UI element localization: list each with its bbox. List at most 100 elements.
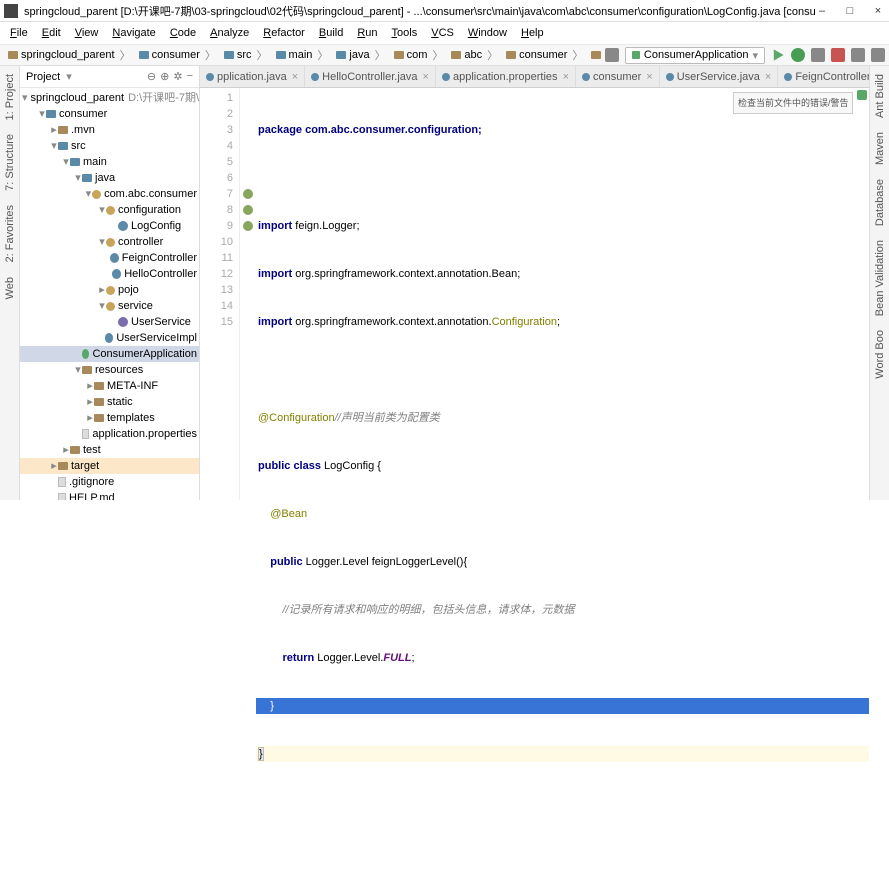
tool-tab----structure[interactable]: 7: Structure [3,130,17,195]
stop-button[interactable] [831,48,845,62]
close-tab-icon[interactable]: × [563,71,569,83]
run-config-selector[interactable]: ConsumerApplication ▾ [625,47,765,64]
tree-item--mvn[interactable]: ▸.mvn [20,122,199,138]
tree-item-consumerapplication[interactable]: ConsumerApplication [20,346,199,362]
menu-run[interactable]: Run [351,25,383,41]
line-number[interactable]: 11 [200,250,239,266]
tree-item-com-abc-consumer[interactable]: ▾com.abc.consumer [20,186,199,202]
breadcrumb-configuration[interactable]: configuration〉 [587,46,603,64]
tree-item-static[interactable]: ▸static [20,394,199,410]
tree-item-resources[interactable]: ▾resources [20,362,199,378]
editor-tab-hellocontroller-java[interactable]: HelloController.java× [305,66,436,87]
tree-item-java[interactable]: ▾java [20,170,199,186]
coverage-button[interactable] [811,48,825,62]
bean-gutter-icon[interactable] [243,221,253,231]
tree-item-springcloud-parent[interactable]: ▾springcloud_parentD:\开课吧-7期\03-spring [20,90,199,106]
tool-tab----favorites[interactable]: 2: Favorites [3,201,17,266]
menu-view[interactable]: View [69,25,105,41]
tool-tab-word-boo[interactable]: Word Boo [873,326,887,383]
line-number[interactable]: 1 [200,90,239,106]
close-tab-icon[interactable]: × [765,71,771,83]
update-icon[interactable] [851,48,865,62]
editor-tab-pplication-java[interactable]: pplication.java× [200,66,305,87]
tree-item-logconfig[interactable]: LogConfig [20,218,199,234]
breadcrumb-com[interactable]: com〉 [390,46,448,64]
menu-code[interactable]: Code [164,25,202,41]
line-number[interactable]: 14 [200,298,239,314]
tree-item-configuration[interactable]: ▾configuration [20,202,199,218]
tool-tab-web[interactable]: Web [3,273,17,303]
bean-gutter-icon[interactable] [243,189,253,199]
tree-item-consumer[interactable]: ▾consumer [20,106,199,122]
target-icon[interactable]: ⊕ [160,70,169,83]
line-number[interactable]: 10 [200,234,239,250]
editor-tab-userservice-java[interactable]: UserService.java× [660,66,779,87]
tool-tab-maven[interactable]: Maven [873,128,887,169]
breadcrumb-main[interactable]: main〉 [272,46,333,64]
menu-build[interactable]: Build [313,25,349,41]
line-number[interactable]: 5 [200,154,239,170]
collapse-all-icon[interactable]: ⊖ [147,70,156,83]
close-button[interactable]: × [871,5,885,17]
line-number[interactable]: 4 [200,138,239,154]
menu-navigate[interactable]: Navigate [106,25,161,41]
chevron-down-icon[interactable]: ▾ [66,70,72,83]
breadcrumb-src[interactable]: src〉 [220,46,272,64]
tree-item-feigncontroller[interactable]: FeignController [20,250,199,266]
close-tab-icon[interactable]: × [646,71,652,83]
line-number[interactable]: 8 [200,202,239,218]
tree-item-target[interactable]: ▸target [20,458,199,474]
editor[interactable]: 123456789101112131415 package com.abc.co… [200,88,869,500]
menu-file[interactable]: File [4,25,34,41]
tool-tab-ant-build[interactable]: Ant Build [873,70,887,122]
tree-item-test[interactable]: ▸test [20,442,199,458]
tool-tab-bean-validation[interactable]: Bean Validation [873,236,887,320]
menu-analyze[interactable]: Analyze [204,25,255,41]
breadcrumb-springcloud_parent[interactable]: springcloud_parent〉 [4,46,135,64]
tree-item-src[interactable]: ▾src [20,138,199,154]
tool-tab----project[interactable]: 1: Project [3,70,17,124]
menu-refactor[interactable]: Refactor [257,25,311,41]
gear-icon[interactable]: ✲ [173,70,182,83]
tree-item-controller[interactable]: ▾controller [20,234,199,250]
line-number[interactable]: 2 [200,106,239,122]
tree-item-userserviceimpl[interactable]: UserServiceImpl [20,330,199,346]
debug-button[interactable] [791,48,805,62]
editor-tab-application-properties[interactable]: application.properties× [436,66,576,87]
project-tree[interactable]: ▾springcloud_parentD:\开课吧-7期\03-spring▾c… [20,88,199,500]
menu-window[interactable]: Window [462,25,513,41]
breadcrumb-abc[interactable]: abc〉 [447,46,502,64]
line-number[interactable]: 15 [200,314,239,330]
line-number[interactable]: 7 [200,186,239,202]
code-area[interactable]: package com.abc.consumer.configuration; … [256,88,869,500]
menu-vcs[interactable]: VCS [425,25,460,41]
bean-gutter-icon[interactable] [243,205,253,215]
run-button[interactable] [771,48,785,62]
tree-item-help-md[interactable]: HELP.md [20,490,199,500]
line-number[interactable]: 6 [200,170,239,186]
search-icon[interactable] [871,48,885,62]
tree-item-application-properties[interactable]: application.properties [20,426,199,442]
tree-item-service[interactable]: ▾service [20,298,199,314]
breadcrumb-consumer[interactable]: consumer〉 [502,46,587,64]
tool-tab-database[interactable]: Database [873,175,887,230]
close-tab-icon[interactable]: × [292,71,298,83]
line-number[interactable]: 13 [200,282,239,298]
breadcrumb-consumer[interactable]: consumer〉 [135,46,220,64]
tree-item-main[interactable]: ▾main [20,154,199,170]
menu-tools[interactable]: Tools [386,25,424,41]
editor-tab-consumer[interactable]: consumer× [576,66,660,87]
line-number[interactable]: 3 [200,122,239,138]
tree-item-userservice[interactable]: UserService [20,314,199,330]
tree-item-pojo[interactable]: ▸pojo [20,282,199,298]
build-icon[interactable] [605,48,619,62]
tree-item-hellocontroller[interactable]: HelloController [20,266,199,282]
line-number[interactable]: 9 [200,218,239,234]
analysis-status-icon[interactable] [857,90,867,100]
hide-icon[interactable]: − [187,70,193,83]
editor-tab-feigncontroller-java[interactable]: FeignController.java× [778,66,869,87]
line-number[interactable]: 12 [200,266,239,282]
tree-item-templates[interactable]: ▸templates [20,410,199,426]
tree-item-meta-inf[interactable]: ▸META-INF [20,378,199,394]
menu-edit[interactable]: Edit [36,25,67,41]
